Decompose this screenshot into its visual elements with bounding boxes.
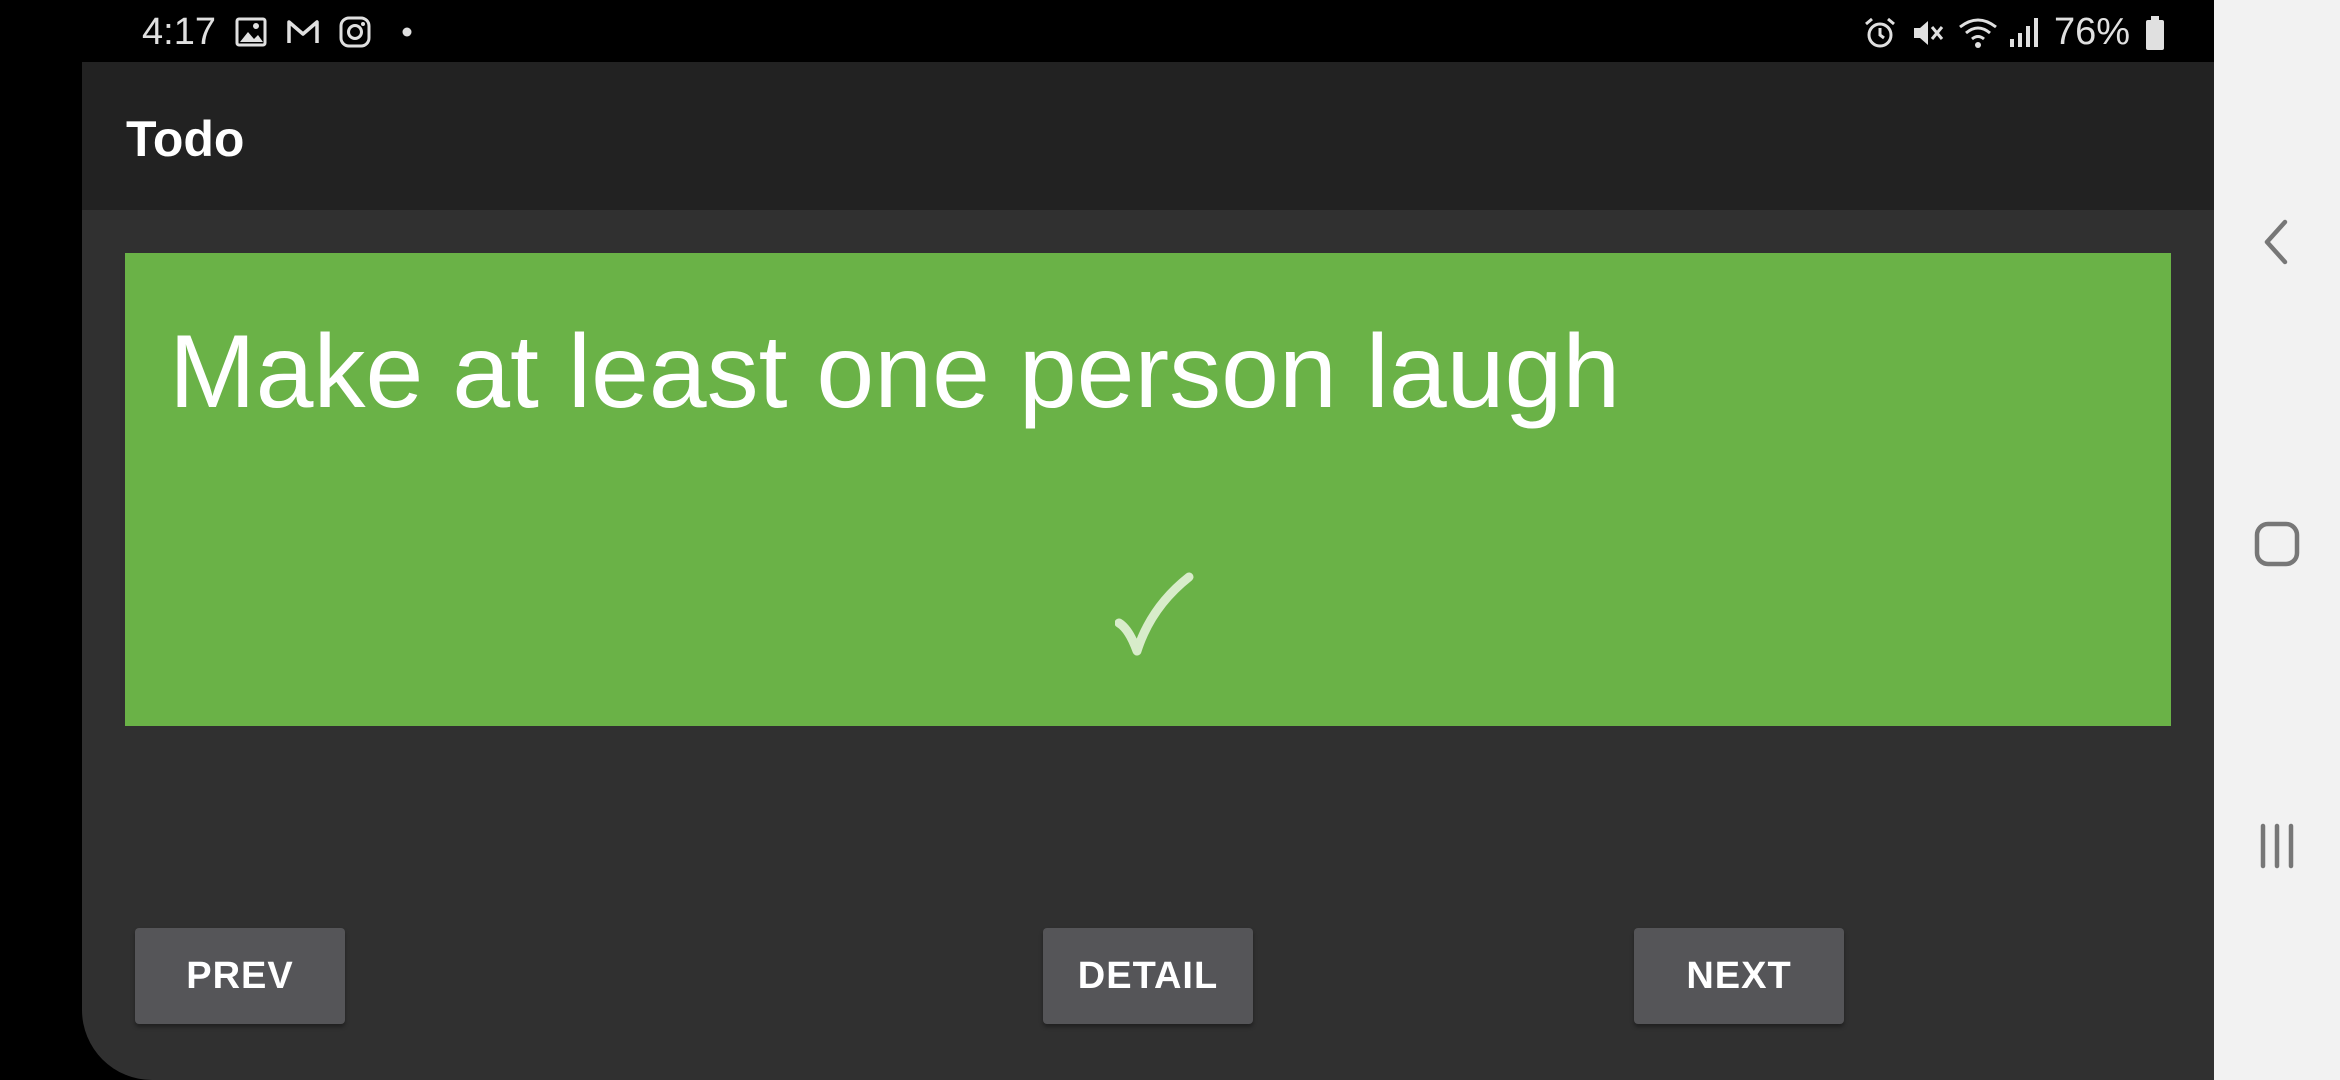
status-bar: 4:17 76% [0, 0, 2214, 62]
home-icon[interactable] [2249, 516, 2305, 572]
battery-percent: 76% [2053, 10, 2130, 53]
prev-button[interactable]: PREV [135, 928, 345, 1024]
battery-icon [2144, 15, 2178, 50]
page-title: Todo [126, 111, 245, 167]
gallery-icon [234, 15, 268, 49]
recents-icon[interactable] [2249, 818, 2305, 874]
mute-icon [1910, 15, 1944, 49]
alarm-icon [1862, 15, 1896, 49]
wifi-icon [1958, 15, 1997, 49]
dot-icon [390, 15, 424, 49]
status-right: 76% [1862, 10, 2178, 54]
app-window: Todo Make at least one person laugh PREV… [82, 62, 2214, 1080]
navigation-bar [2214, 0, 2340, 1080]
instagram-icon [338, 15, 372, 49]
gmail-icon [286, 15, 320, 49]
status-time: 4:17 [142, 10, 216, 53]
todo-text: Make at least one person laugh [169, 314, 1621, 430]
detail-button[interactable]: DETAIL [1043, 928, 1253, 1024]
app-bar: Todo [82, 62, 2214, 210]
signal-icon [2006, 15, 2040, 49]
next-button[interactable]: NEXT [1634, 928, 1844, 1024]
back-icon[interactable] [2249, 214, 2305, 270]
status-left: 4:17 [142, 10, 424, 54]
todo-card[interactable]: Make at least one person laugh [125, 253, 2171, 726]
check-icon [1114, 571, 1195, 661]
